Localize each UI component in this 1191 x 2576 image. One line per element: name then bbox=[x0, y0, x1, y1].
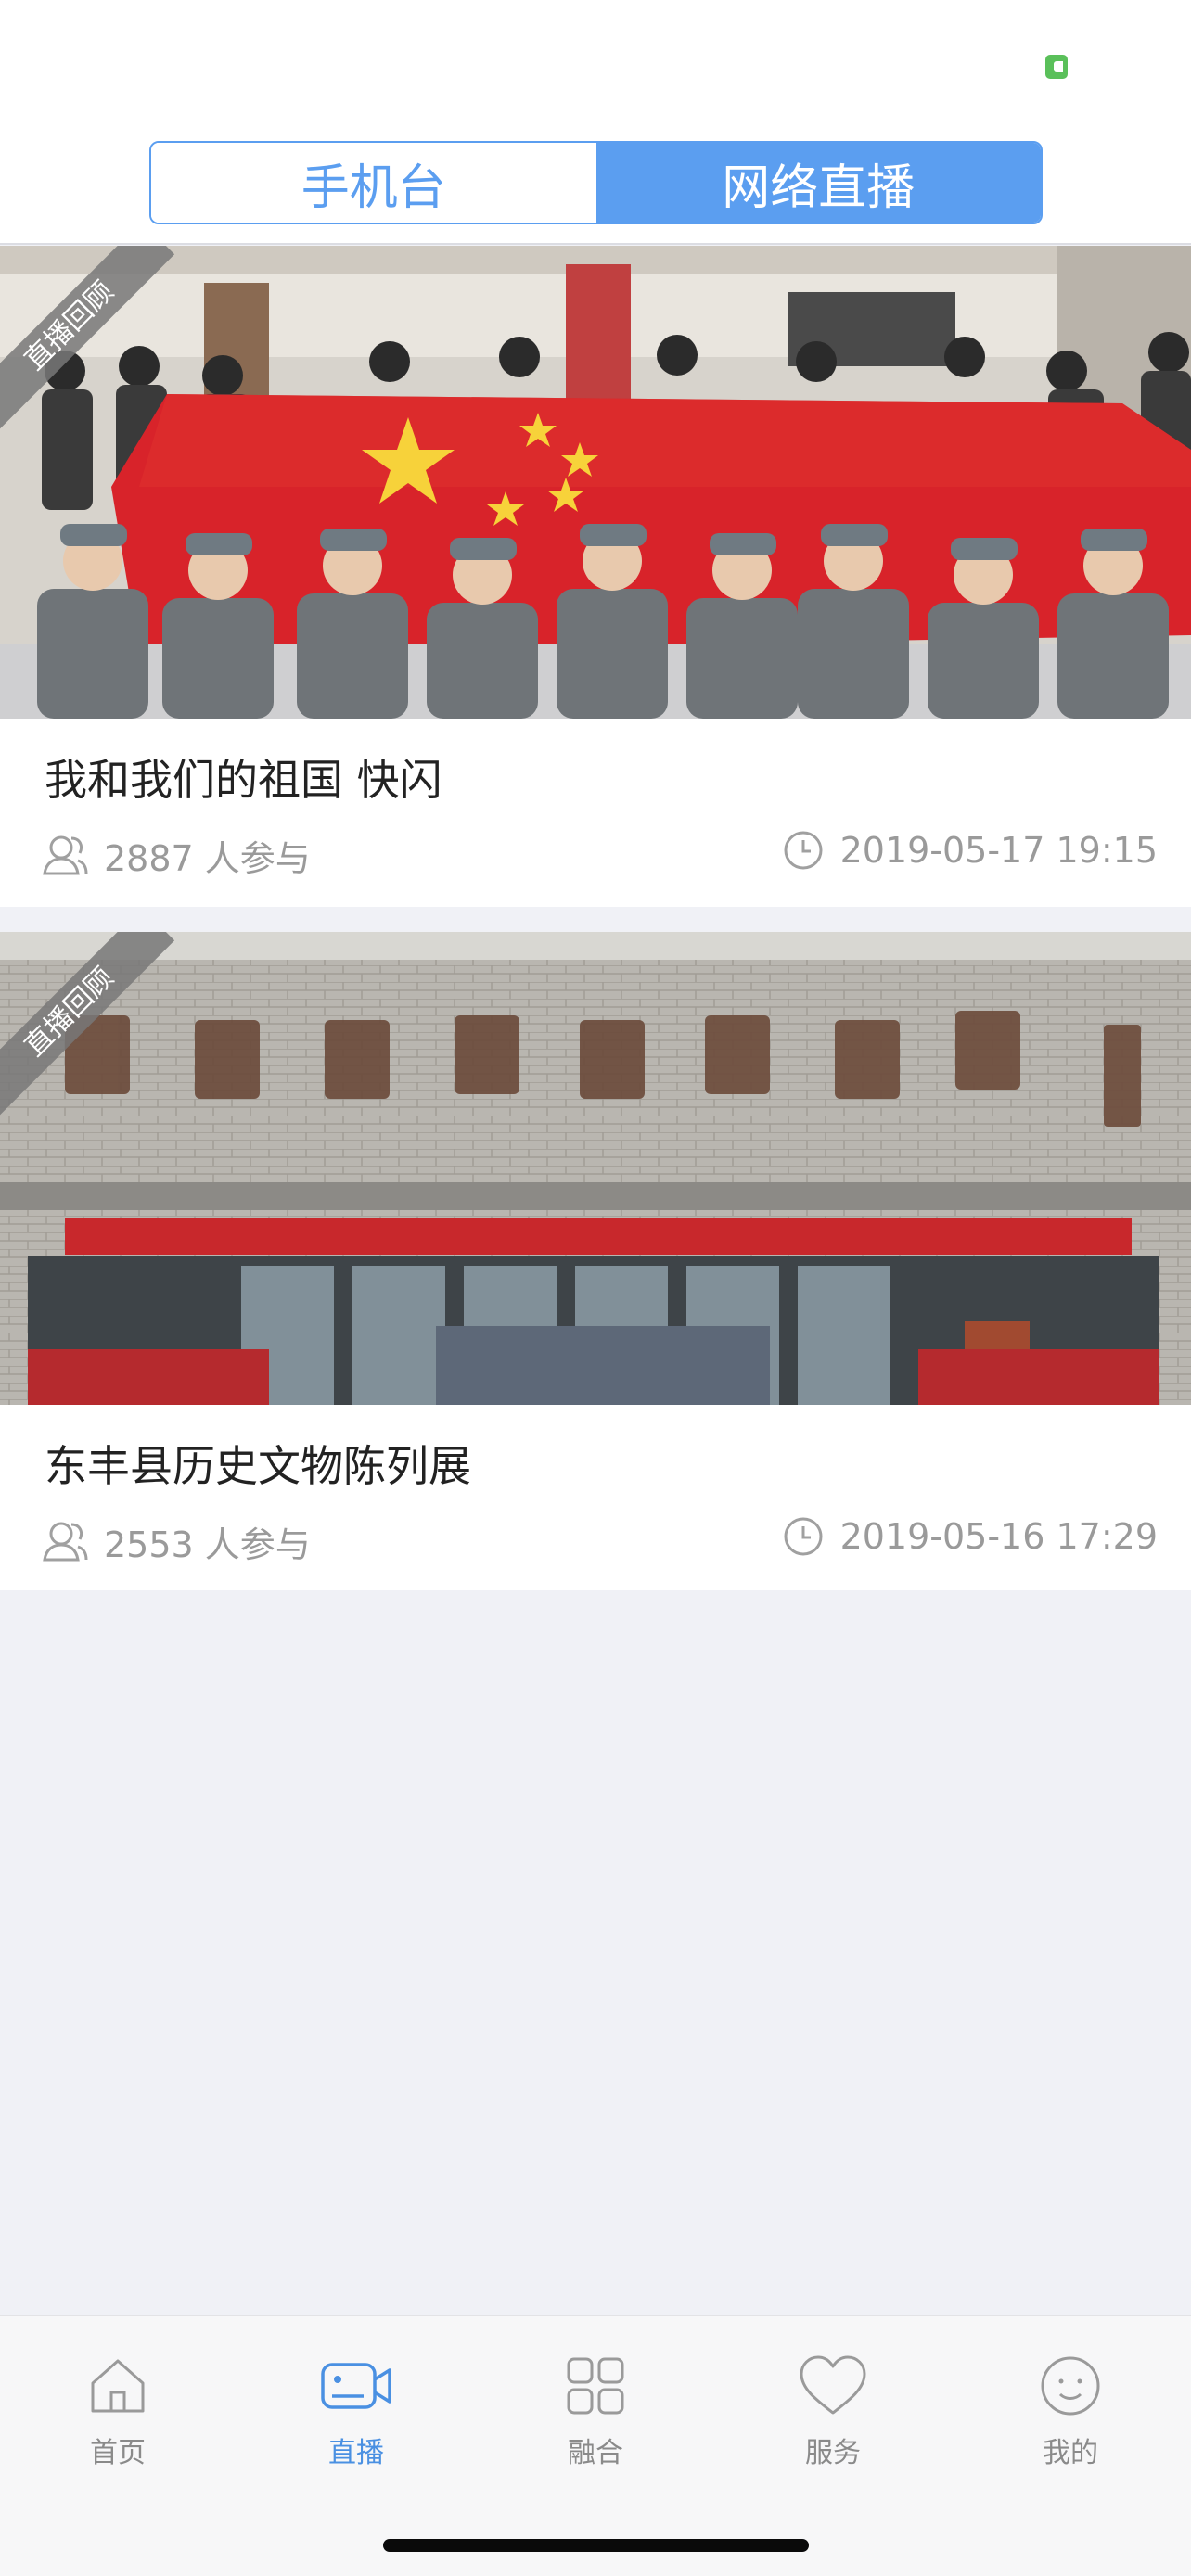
museum-building-image bbox=[0, 932, 1191, 1405]
battery-charging-icon bbox=[1045, 55, 1068, 79]
bottom-tab-bar: 首页 直播 融合 服务 我的 bbox=[0, 2315, 1191, 2576]
tab-label: 首页 bbox=[90, 2437, 146, 2469]
people-icon bbox=[43, 1522, 88, 1561]
tab-mine[interactable]: 我的 bbox=[996, 2353, 1145, 2470]
card-title[interactable]: 东丰县历史文物陈列展 bbox=[45, 1433, 471, 1494]
card-title[interactable]: 我和我们的祖国 快闪 bbox=[45, 746, 442, 808]
screen: 手机台 网络直播 直播回顾 我和我们的祖国 快闪 2887 人参与 2019-0… bbox=[0, 0, 1191, 2576]
live-thumbnail[interactable]: 直播回顾 bbox=[0, 932, 1191, 1405]
datetime-text: 2019-05-17 19:15 bbox=[839, 830, 1158, 871]
live-thumbnail[interactable]: 直播回顾 bbox=[0, 246, 1191, 719]
people-icon bbox=[43, 835, 88, 874]
tab-fusion[interactable]: 融合 bbox=[521, 2353, 670, 2470]
live-card[interactable]: 直播回顾 我和我们的祖国 快闪 2887 人参与 2019-05-17 19:1… bbox=[0, 246, 1191, 907]
tab-service[interactable]: 服务 bbox=[759, 2353, 907, 2470]
header: 手机台 网络直播 bbox=[0, 130, 1191, 245]
tab-label: 我的 bbox=[1043, 2437, 1098, 2469]
clock-icon bbox=[784, 1517, 823, 1556]
video-camera-icon bbox=[321, 2363, 391, 2409]
tab-home[interactable]: 首页 bbox=[44, 2353, 192, 2470]
home-icon bbox=[91, 2359, 145, 2413]
participants: 2553 人参与 bbox=[41, 1516, 311, 1567]
clock-icon bbox=[784, 831, 823, 870]
tab-mobile-station[interactable]: 手机台 bbox=[151, 143, 596, 223]
live-card[interactable]: 直播回顾 东丰县历史文物陈列展 2553 人参与 2019-05-16 17:2… bbox=[0, 932, 1191, 1590]
datetime-text: 2019-05-16 17:29 bbox=[839, 1516, 1158, 1557]
tab-live[interactable]: 直播 bbox=[282, 2353, 430, 2470]
smiley-icon bbox=[1041, 2356, 1100, 2416]
tab-web-live[interactable]: 网络直播 bbox=[596, 143, 1041, 223]
flag-event-image bbox=[0, 246, 1191, 719]
heart-icon bbox=[800, 2355, 866, 2415]
segmented-control: 手机台 网络直播 bbox=[149, 141, 1043, 224]
home-indicator[interactable] bbox=[383, 2539, 809, 2552]
participants-count: 2553 人参与 bbox=[104, 1524, 311, 1565]
participants-count: 2887 人参与 bbox=[104, 838, 311, 879]
tab-label: 服务 bbox=[805, 2437, 861, 2469]
tab-label: 直播 bbox=[328, 2437, 384, 2469]
datetime: 2019-05-16 17:29 bbox=[783, 1516, 1158, 1557]
status-bar bbox=[0, 0, 1191, 130]
card-meta: 2553 人参与 2019-05-16 17:29 bbox=[41, 1516, 1158, 1565]
datetime: 2019-05-17 19:15 bbox=[783, 830, 1158, 871]
participants: 2887 人参与 bbox=[41, 830, 311, 881]
grid-icon bbox=[567, 2357, 624, 2415]
card-meta: 2887 人参与 2019-05-17 19:15 bbox=[41, 830, 1158, 879]
tab-label: 融合 bbox=[568, 2437, 623, 2469]
